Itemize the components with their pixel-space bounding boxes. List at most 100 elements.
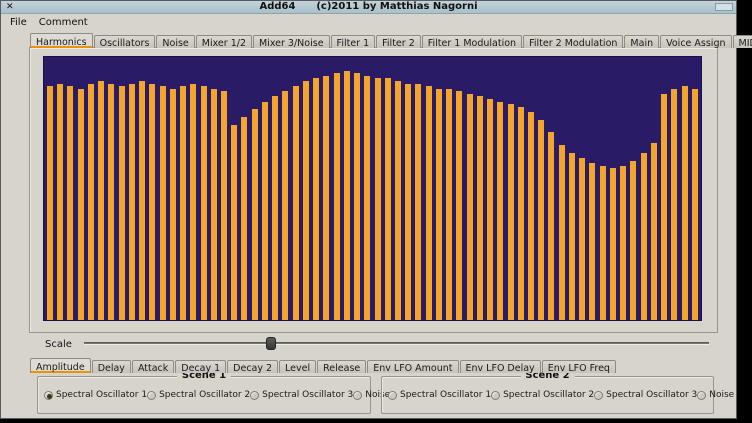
harmonic-bar-30[interactable] [344, 71, 350, 320]
tab-filter-2[interactable]: Filter 2 [376, 35, 421, 48]
close-icon[interactable]: ✕ [6, 1, 14, 13]
tab-noise[interactable]: Noise [156, 35, 194, 48]
harmonic-bar-42[interactable] [467, 94, 473, 320]
tab-mixer-3-noise[interactable]: Mixer 3/Noise [253, 35, 330, 48]
envtab-amplitude[interactable]: Amplitude [30, 358, 91, 373]
envtab-env-lfo-freq[interactable]: Env LFO Freq [542, 360, 616, 373]
harmonic-bar-9[interactable] [129, 84, 135, 320]
tab-midi[interactable]: MIDI [733, 35, 752, 48]
scene-1-option-spectral-oscillator-3[interactable]: Spectral Oscillator 3 [250, 390, 353, 400]
harmonic-bar-62[interactable] [671, 89, 677, 320]
harmonic-bar-27[interactable] [313, 78, 319, 320]
envtab-level[interactable]: Level [279, 360, 316, 373]
harmonic-bar-17[interactable] [211, 89, 217, 320]
tab-filter-1-modulation[interactable]: Filter 1 Modulation [422, 35, 522, 48]
harmonic-bar-38[interactable] [426, 86, 432, 320]
harmonic-bar-37[interactable] [415, 84, 421, 320]
harmonic-bar-4[interactable] [78, 89, 84, 320]
envtab-env-lfo-amount[interactable]: Env LFO Amount [367, 360, 458, 373]
harmonic-bar-6[interactable] [98, 81, 104, 320]
harmonic-bar-31[interactable] [354, 73, 360, 320]
scene-1-option-spectral-oscillator-2[interactable]: Spectral Oscillator 2 [147, 390, 250, 400]
harmonic-bar-54[interactable] [589, 163, 595, 320]
harmonic-bar-26[interactable] [303, 81, 309, 320]
scale-slider[interactable] [84, 336, 709, 352]
harmonic-bar-34[interactable] [385, 78, 391, 320]
harmonic-bar-13[interactable] [170, 89, 176, 320]
harmonic-bar-12[interactable] [160, 86, 166, 320]
harmonic-bar-21[interactable] [252, 109, 258, 320]
harmonic-bar-28[interactable] [323, 76, 329, 320]
harmonic-bar-43[interactable] [477, 96, 483, 320]
harmonic-bar-57[interactable] [620, 166, 626, 320]
envtab-decay-2[interactable]: Decay 2 [227, 360, 278, 373]
menu-item-comment[interactable]: Comment [33, 16, 94, 29]
scene-2-option-noise[interactable]: Noise [697, 390, 734, 400]
harmonic-bar-19[interactable] [231, 125, 237, 320]
harmonic-bar-63[interactable] [682, 86, 688, 320]
harmonic-bar-7[interactable] [108, 84, 114, 320]
harmonic-bar-29[interactable] [334, 73, 340, 320]
envtab-delay[interactable]: Delay [92, 360, 131, 373]
harmonic-bar-33[interactable] [375, 78, 381, 320]
harmonic-bar-48[interactable] [528, 112, 534, 320]
envtab-env-lfo-delay[interactable]: Env LFO Delay [460, 360, 541, 373]
menu-item-file[interactable]: File [4, 16, 33, 29]
harmonic-bar-18[interactable] [221, 91, 227, 320]
harmonic-bar-3[interactable] [67, 86, 73, 320]
harmonic-bar-36[interactable] [405, 84, 411, 320]
harmonic-bar-2[interactable] [57, 84, 63, 320]
harmonic-bar-53[interactable] [579, 158, 585, 320]
harmonic-bar-16[interactable] [201, 86, 207, 320]
tab-oscillators[interactable]: Oscillators [94, 35, 156, 48]
scene-2-option-spectral-oscillator-2[interactable]: Spectral Oscillator 2 [491, 390, 594, 400]
harmonic-bar-44[interactable] [487, 99, 493, 320]
envtab-decay-1[interactable]: Decay 1 [175, 360, 226, 373]
window-shade-icon[interactable] [715, 3, 733, 11]
spectrum-display[interactable] [43, 56, 702, 321]
harmonic-bar-24[interactable] [282, 91, 288, 320]
harmonic-bar-58[interactable] [630, 161, 636, 320]
tab-filter-1[interactable]: Filter 1 [331, 35, 376, 48]
titlebar[interactable]: ✕ Add64 (c)2011 by Matthias Nagorni [1, 1, 736, 14]
harmonic-bar-25[interactable] [293, 86, 299, 320]
harmonic-bar-1[interactable] [47, 86, 53, 320]
harmonic-bar-51[interactable] [559, 145, 565, 320]
harmonic-bar-47[interactable] [518, 107, 524, 320]
harmonic-bar-56[interactable] [610, 168, 616, 320]
harmonic-bar-50[interactable] [548, 132, 554, 320]
scene-2-option-spectral-oscillator-1[interactable]: Spectral Oscillator 1 [388, 390, 491, 400]
scene-1-option-spectral-oscillator-1[interactable]: Spectral Oscillator 1 [44, 390, 147, 400]
harmonic-bar-46[interactable] [508, 104, 514, 320]
harmonic-bar-61[interactable] [661, 94, 667, 320]
harmonic-bar-20[interactable] [241, 117, 247, 320]
tab-mixer-1-2[interactable]: Mixer 1/2 [196, 35, 252, 48]
harmonic-bar-8[interactable] [119, 86, 125, 320]
harmonic-bar-60[interactable] [651, 143, 657, 320]
tab-voice-assign[interactable]: Voice Assign [660, 35, 731, 48]
envtab-release[interactable]: Release [317, 360, 366, 373]
harmonic-bar-45[interactable] [497, 102, 503, 320]
envtab-attack[interactable]: Attack [132, 360, 174, 373]
harmonic-bar-39[interactable] [436, 89, 442, 320]
harmonic-bar-49[interactable] [538, 120, 544, 320]
harmonic-bar-32[interactable] [364, 76, 370, 320]
tab-filter-2-modulation[interactable]: Filter 2 Modulation [523, 35, 623, 48]
harmonic-bar-59[interactable] [641, 153, 647, 320]
harmonic-bar-22[interactable] [262, 102, 268, 320]
harmonic-bar-5[interactable] [88, 84, 94, 320]
harmonic-bar-23[interactable] [272, 96, 278, 320]
harmonic-bar-14[interactable] [180, 86, 186, 320]
scene-2-option-spectral-oscillator-3[interactable]: Spectral Oscillator 3 [594, 390, 697, 400]
scale-slider-handle[interactable] [266, 337, 276, 350]
harmonic-bar-11[interactable] [149, 84, 155, 320]
scale-slider-groove[interactable] [84, 342, 709, 345]
tab-harmonics[interactable]: Harmonics [30, 33, 93, 48]
harmonic-bar-55[interactable] [600, 166, 606, 320]
harmonic-bar-52[interactable] [569, 153, 575, 320]
harmonic-bar-15[interactable] [190, 84, 196, 320]
harmonic-bar-40[interactable] [446, 89, 452, 320]
harmonic-bar-10[interactable] [139, 81, 145, 320]
harmonic-bar-41[interactable] [456, 91, 462, 320]
tab-main[interactable]: Main [624, 35, 659, 48]
